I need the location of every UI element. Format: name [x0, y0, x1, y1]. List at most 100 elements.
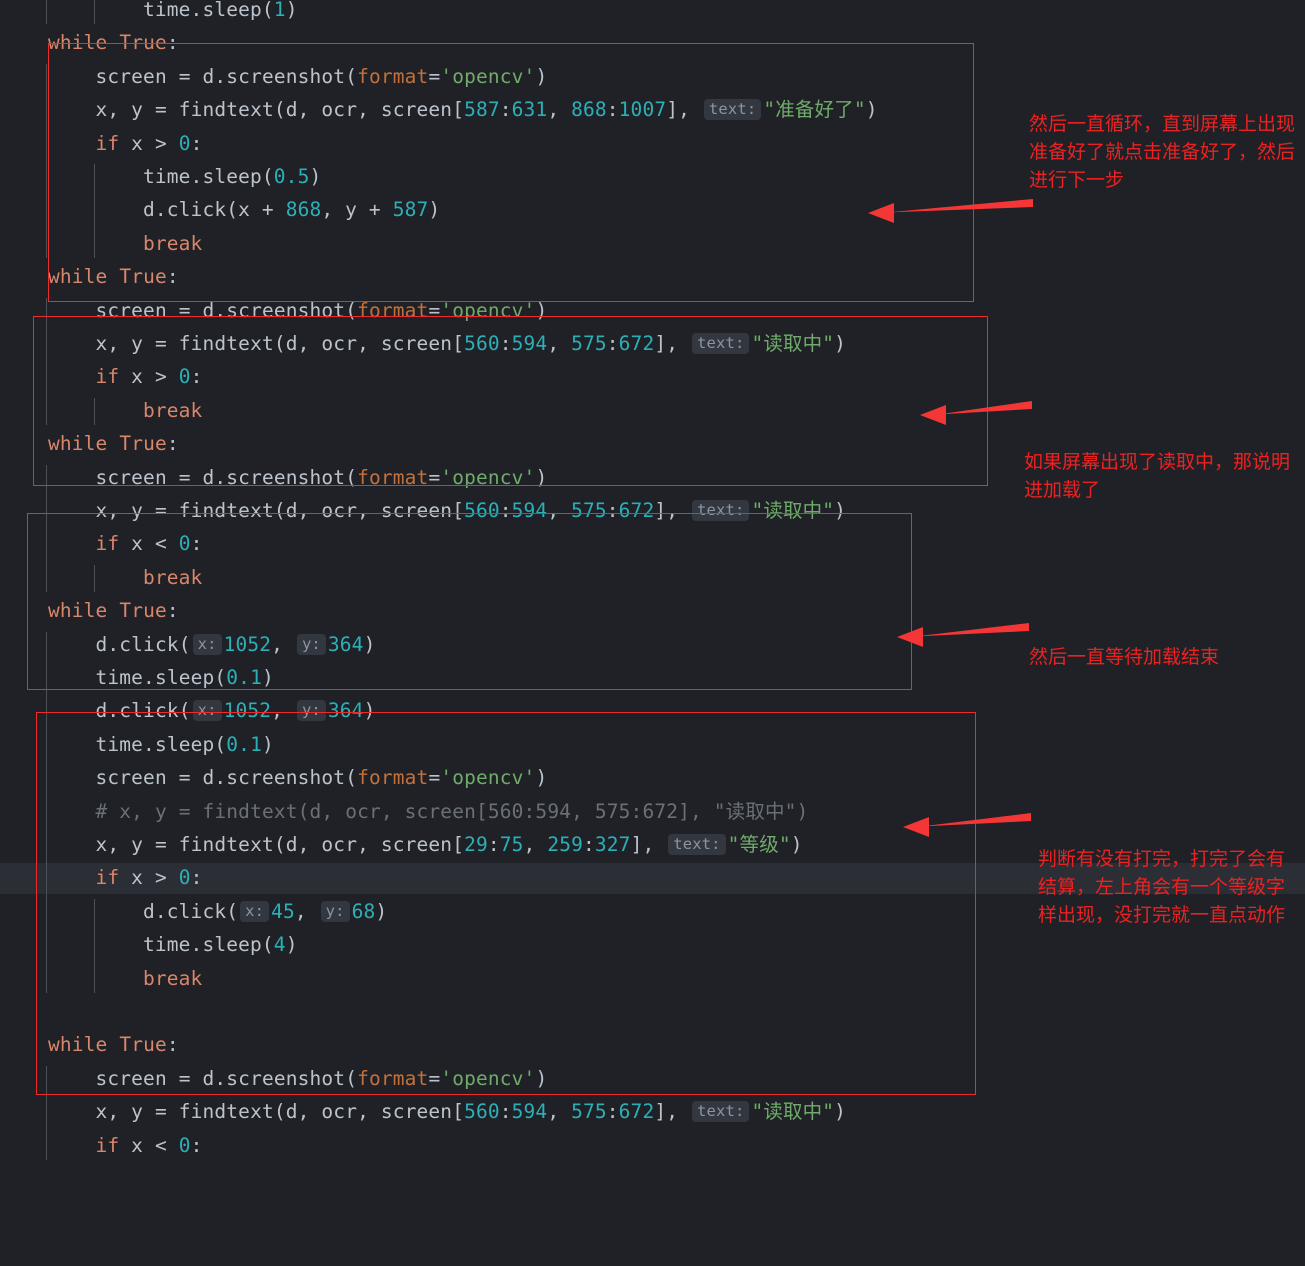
code-token: =: [428, 465, 441, 489]
code-token: "等级": [727, 833, 791, 856]
code-token: 0: [178, 532, 191, 556]
code-token: 75: [499, 833, 524, 856]
code-token: format: [357, 298, 429, 322]
code-token: , y +: [321, 198, 393, 222]
code-token: 0: [178, 1133, 191, 1157]
code-line[interactable]: break: [0, 561, 1305, 594]
code-line[interactable]: while True:: [0, 1028, 1305, 1061]
code-token: 594: [511, 1100, 548, 1124]
code-line[interactable]: if x > 0:: [0, 360, 1305, 393]
code-line[interactable]: break: [0, 962, 1305, 995]
code-token: :: [583, 833, 595, 856]
code-token: 327: [594, 833, 631, 856]
code-token: 4: [273, 933, 286, 957]
code-editor[interactable]: time.sleep(1) while True: screen = d.scree…: [0, 0, 1305, 1266]
code-line[interactable]: while True:: [0, 260, 1305, 293]
code-token: ,: [271, 632, 295, 656]
code-token: "读取中": [751, 332, 835, 355]
code-token: 0.1: [226, 666, 262, 689]
code-line[interactable]: time.sleep(1): [0, 0, 1305, 26]
code-token: if: [95, 532, 120, 556]
code-token: 672: [618, 1100, 655, 1124]
code-token: 1052: [223, 699, 272, 723]
inlay-hint-badge: text:: [692, 500, 750, 521]
code-line[interactable]: # x, y = findtext(d, ocr, screen[560:594…: [0, 795, 1305, 828]
code-token: ],: [654, 1100, 691, 1124]
code-line[interactable]: time.sleep(0.1): [0, 728, 1305, 761]
code-token: ,: [523, 833, 548, 856]
code-token: 'opencv': [440, 766, 536, 790]
code-line[interactable]: x, y = findtext(d, ocr, screen[560:594, …: [0, 327, 1305, 360]
code-token: :: [166, 599, 179, 623]
code-token: if: [95, 866, 120, 890]
code-token: screen = d.screenshot(: [95, 298, 358, 322]
code-token: 594: [511, 332, 548, 355]
code-token: x, y = findtext(d, ocr, screen[: [95, 332, 465, 355]
code-token: :: [499, 1100, 512, 1124]
code-line[interactable]: break: [0, 394, 1305, 427]
inlay-hint-badge: text:: [703, 99, 762, 121]
annotation-note-1: 然后一直循环，直到屏幕上出现准备好了就点击准备好了，然后进行下一步: [1029, 113, 1296, 191]
code-token: 'opencv': [440, 298, 536, 322]
code-token: 672: [618, 499, 655, 522]
code-token: d.click(: [95, 632, 191, 656]
code-token: ): [285, 0, 298, 21]
code-token: ): [261, 666, 274, 689]
code-line[interactable]: break: [0, 227, 1305, 260]
code-token: :: [499, 98, 512, 122]
code-line[interactable]: while True:: [0, 594, 1305, 627]
code-token: ): [261, 732, 274, 756]
inlay-hint-badge: x:: [240, 900, 270, 922]
code-line[interactable]: [0, 995, 1305, 1028]
code-token: d.click(x +: [143, 198, 286, 222]
code-token: True: [119, 599, 167, 623]
annotation-note-2: 如果屏幕出现了读取中，那说明进加载了: [1024, 451, 1291, 501]
code-line[interactable]: screen = d.screenshot(format='opencv'): [0, 294, 1305, 327]
code-token: True: [119, 265, 167, 289]
code-token: :: [190, 365, 203, 389]
code-line[interactable]: d.click(x + 868, y + 587): [0, 193, 1305, 226]
code-line[interactable]: time.sleep(4): [0, 928, 1305, 961]
code-token: format: [357, 1066, 429, 1090]
code-line[interactable]: if x < 0:: [0, 527, 1305, 560]
code-token: 575: [571, 1100, 607, 1124]
code-token: ): [834, 499, 847, 522]
code-token: ,: [547, 332, 572, 355]
code-token: ): [309, 165, 322, 188]
code-token: 868: [285, 198, 322, 222]
code-token: "读取中": [751, 499, 835, 522]
code-token: ],: [654, 499, 691, 522]
code-token: while: [48, 1033, 108, 1057]
code-token: if: [95, 1133, 120, 1157]
code-token: ): [535, 766, 548, 790]
code-token: 631: [511, 98, 548, 122]
code-token: time.sleep(: [95, 732, 227, 756]
code-line[interactable]: x, y = findtext(d, ocr, screen[560:594, …: [0, 1095, 1305, 1128]
code-token: ,: [547, 499, 572, 522]
inlay-hint-badge: y:: [296, 633, 326, 655]
code-line[interactable]: d.click(x: 1052, y: 364): [0, 694, 1305, 727]
code-token: 560: [464, 1100, 500, 1124]
code-line[interactable]: screen = d.screenshot(format='opencv'): [0, 60, 1305, 93]
code-token: x >: [119, 866, 179, 890]
code-token: ): [285, 933, 298, 957]
code-token: time.sleep(: [143, 0, 274, 21]
code-token: screen = d.screenshot(: [95, 1066, 358, 1090]
code-token: :: [190, 866, 203, 890]
code-token: 0.1: [226, 732, 262, 756]
code-token: ): [363, 632, 376, 656]
code-token: break: [143, 565, 203, 589]
code-line[interactable]: while True:: [0, 26, 1305, 59]
code-line[interactable]: screen = d.screenshot(format='opencv'): [0, 1062, 1305, 1095]
code-token: while: [48, 432, 108, 456]
inlay-hint-badge: text:: [668, 834, 726, 855]
code-token: 29: [464, 833, 488, 856]
code-token: 560: [464, 499, 500, 522]
code-token: screen = d.screenshot(: [95, 64, 358, 88]
code-line[interactable]: screen = d.screenshot(format='opencv'): [0, 761, 1305, 794]
code-line[interactable]: if x < 0:: [0, 1129, 1305, 1162]
code-token: while: [48, 599, 108, 623]
